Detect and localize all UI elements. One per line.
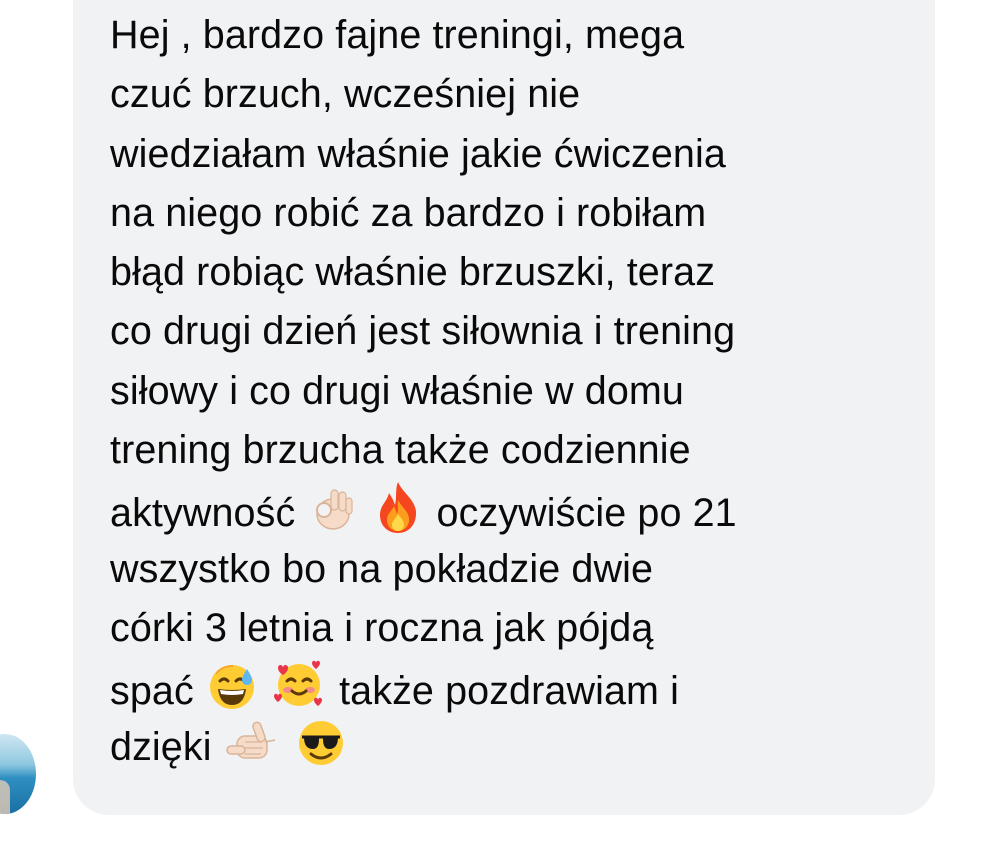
message-line: córki 3 letnia i roczna jak pójdą [110, 605, 654, 650]
message-text: Hej , bardzo fajne treningi, mega czuć b… [110, 6, 910, 777]
message-line: dzięki [110, 718, 910, 777]
message-line: trening brzucha także codziennie [110, 428, 691, 473]
message-line: na niego robić za bardzo i robiłam [110, 190, 707, 235]
message-line: Hej , bardzo fajne treningi, mega [110, 13, 685, 57]
sunglasses-face-icon [296, 718, 346, 785]
sender-avatar[interactable] [0, 734, 36, 814]
message-fragment: oczywiście po 21 [436, 491, 737, 536]
message-line: siłowy i co drugi właśnie w domu [110, 368, 684, 413]
message-fragment: także pozdrawiam i [339, 669, 679, 714]
message-fragment: dzięki [110, 724, 212, 769]
message-fragment: spać [110, 669, 194, 714]
message-line: aktywność oczywiście po 21 [110, 480, 910, 539]
message-line: spać także pozdrawiam i [110, 658, 910, 717]
call-me-hand-icon [225, 718, 281, 785]
message-line: czuć brzuch, wcześniej nie [110, 72, 581, 117]
message-line: co drugi dzień jest siłownia i trening [110, 309, 736, 354]
message-fragment: aktywność [110, 491, 296, 536]
chat-area: Hej , bardzo fajne treningi, mega czuć b… [0, 0, 982, 845]
message-line: wszystko bo na pokładzie dwie [110, 546, 654, 591]
message-line: wiedziałam właśnie jakie ćwiczenia [110, 131, 726, 176]
message-line: błąd robiąc właśnie brzuszki, teraz [110, 250, 716, 295]
avatar-figure [0, 780, 10, 814]
